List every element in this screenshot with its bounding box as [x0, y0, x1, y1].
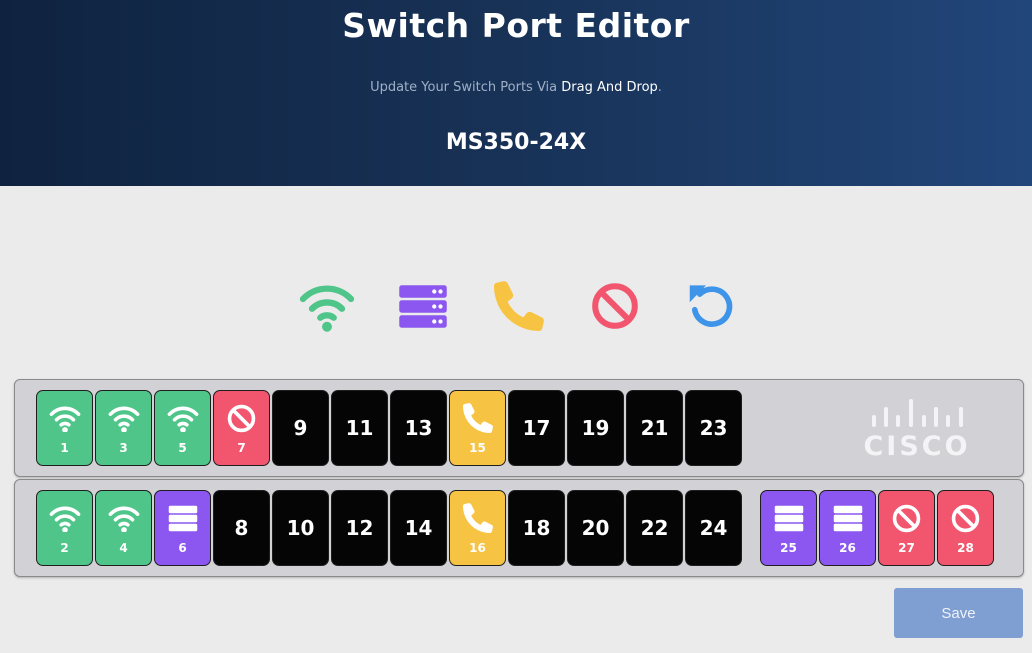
port-10[interactable]: 10	[272, 490, 329, 566]
wifi-icon[interactable]	[297, 280, 357, 332]
port-number: 27	[898, 541, 915, 555]
server-icon[interactable]	[393, 280, 453, 332]
port-5[interactable]: 5	[154, 390, 211, 466]
port-number: 9	[293, 416, 308, 440]
svg-text:CISCO: CISCO	[863, 431, 970, 460]
server-icon	[168, 501, 198, 535]
switch-row-odd: CISCO 1 3 5 7 9 11 13 15 17 19 21 23	[14, 379, 1024, 477]
port-20[interactable]: 20	[567, 490, 624, 566]
port-7[interactable]: 7	[213, 390, 270, 466]
page-header: Switch Port Editor Update Your Switch Po…	[0, 0, 1032, 186]
subtitle-highlight: Drag And Drop	[561, 80, 658, 95]
save-button[interactable]: Save	[894, 588, 1023, 638]
port-17[interactable]: 17	[508, 390, 565, 466]
port-number: 2	[60, 541, 69, 555]
port-3[interactable]: 3	[95, 390, 152, 466]
port-2[interactable]: 2	[36, 490, 93, 566]
server-icon	[774, 501, 804, 535]
page-title: Switch Port Editor	[342, 6, 690, 45]
block-icon	[227, 401, 256, 435]
port-number: 7	[237, 441, 246, 455]
wifi-icon	[107, 501, 141, 535]
port-23[interactable]: 23	[685, 390, 742, 466]
port-number: 6	[178, 541, 187, 555]
port-11[interactable]: 11	[331, 390, 388, 466]
port-number: 28	[957, 541, 974, 555]
port-21[interactable]: 21	[626, 390, 683, 466]
port-number: 18	[522, 516, 551, 540]
wifi-icon	[48, 501, 82, 535]
server-icon	[833, 501, 863, 535]
page-subtitle: Update Your Switch Ports Via Drag And Dr…	[0, 80, 1032, 95]
port-26[interactable]: 26	[819, 490, 876, 566]
port-number: 5	[178, 441, 187, 455]
wifi-icon	[107, 401, 141, 435]
subtitle-prefix: Update Your Switch Ports Via	[370, 80, 562, 95]
port-16[interactable]: 16	[449, 490, 506, 566]
port-13[interactable]: 13	[390, 390, 447, 466]
port-27[interactable]: 27	[878, 490, 935, 566]
port-6[interactable]: 6	[154, 490, 211, 566]
port-14[interactable]: 14	[390, 490, 447, 566]
port-1[interactable]: 1	[36, 390, 93, 466]
port-number: 23	[699, 416, 728, 440]
phone-icon[interactable]	[489, 280, 549, 332]
phone-icon	[462, 501, 493, 535]
block-icon[interactable]	[585, 280, 645, 332]
port-number: 12	[345, 516, 374, 540]
port-18[interactable]: 18	[508, 490, 565, 566]
port-number: 4	[119, 541, 128, 555]
port-number: 3	[119, 441, 128, 455]
wifi-icon	[166, 401, 200, 435]
port-number: 20	[581, 516, 610, 540]
port-19[interactable]: 19	[567, 390, 624, 466]
subtitle-suffix: .	[657, 80, 662, 95]
switch-row-even: 2 4 6 8 10 12 14 16 18 20 22 24 25 26 27 28	[14, 479, 1024, 577]
port-22[interactable]: 22	[626, 490, 683, 566]
port-number: 1	[60, 441, 69, 455]
port-28[interactable]: 28	[937, 490, 994, 566]
port-number: 14	[404, 516, 433, 540]
port-number: 22	[640, 516, 669, 540]
port-number: 15	[469, 441, 486, 455]
port-25[interactable]: 25	[760, 490, 817, 566]
phone-icon	[462, 401, 493, 435]
cisco-logo: CISCO	[863, 399, 970, 460]
undo-icon[interactable]	[681, 280, 741, 332]
port-number: 13	[404, 416, 433, 440]
port-number: 11	[345, 416, 374, 440]
port-number: 25	[780, 541, 797, 555]
block-icon	[951, 501, 980, 535]
port-15[interactable]: 15	[449, 390, 506, 466]
port-number: 10	[286, 516, 315, 540]
port-number: 26	[839, 541, 856, 555]
port-12[interactable]: 12	[331, 490, 388, 566]
port-number: 16	[469, 541, 486, 555]
port-type-palette	[0, 280, 1032, 332]
port-24[interactable]: 24	[685, 490, 742, 566]
port-number: 19	[581, 416, 610, 440]
port-number: 21	[640, 416, 669, 440]
wifi-icon	[48, 401, 82, 435]
port-number: 8	[234, 516, 249, 540]
port-number: 17	[522, 416, 551, 440]
block-icon	[892, 501, 921, 535]
port-8[interactable]: 8	[213, 490, 270, 566]
port-9[interactable]: 9	[272, 390, 329, 466]
port-4[interactable]: 4	[95, 490, 152, 566]
switch-model: MS350-24X	[445, 130, 587, 155]
port-number: 24	[699, 516, 728, 540]
